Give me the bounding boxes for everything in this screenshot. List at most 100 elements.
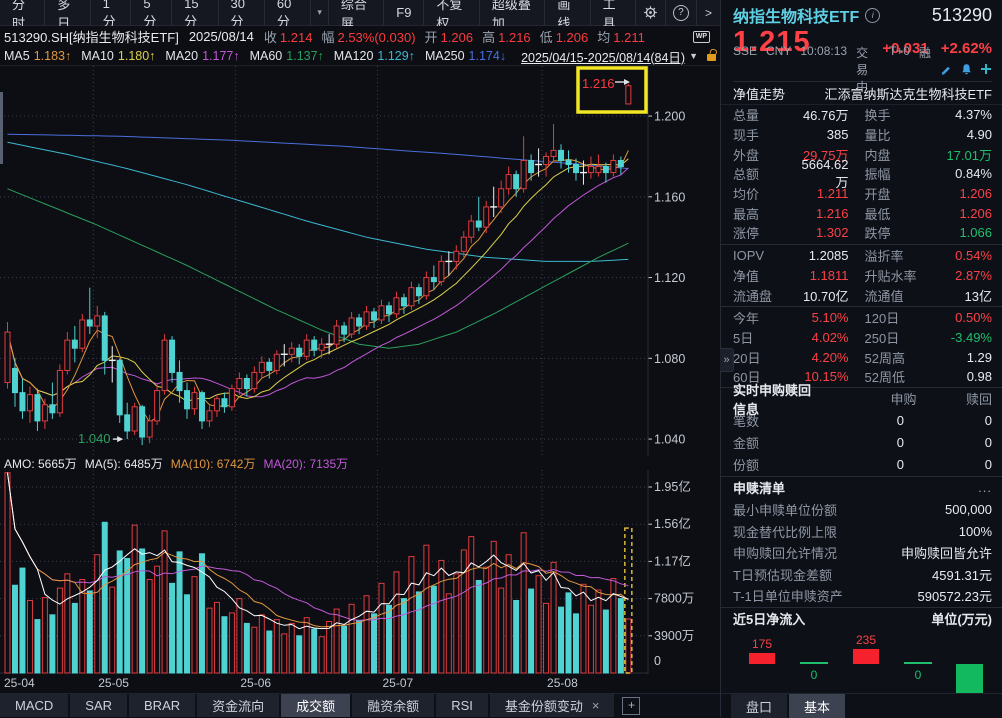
period-tab[interactable]: 分时: [0, 0, 45, 25]
stats-row: 净值1.1811升贴水率2.87%: [721, 266, 1002, 286]
left-scroll-strip[interactable]: [0, 92, 3, 164]
indicator-tab[interactable]: SAR: [70, 694, 127, 717]
stats-row: 今年5.10%120日0.50%: [721, 308, 1002, 328]
stats-row: 均价1.211开盘1.206: [721, 184, 1002, 204]
period-tab[interactable]: 5分: [131, 0, 172, 25]
volume-legend-item: MA(5): 6485万: [85, 455, 163, 472]
net-inflow-unit: 单位(万元): [931, 609, 992, 628]
inflow-bar-positive: [749, 653, 775, 664]
stats-row: 20日4.20%52周高1.29: [721, 347, 1002, 367]
date-range-selector[interactable]: 2025/04/15-2025/08/14(84日) ▼: [521, 47, 716, 66]
chevron-down-icon[interactable]: ▼: [689, 51, 698, 61]
indicator-tab[interactable]: 融资余额: [352, 694, 434, 717]
instrument-code: 513290: [932, 5, 992, 26]
period-toolbar: 分时多日1分5分15分30分60分▾综合屏F9不复权超级叠加画线工具?>: [0, 0, 720, 26]
svg-text:3900万: 3900万: [654, 629, 694, 643]
svg-text:1.56亿: 1.56亿: [654, 516, 691, 531]
close-icon[interactable]: ×: [592, 698, 600, 713]
indicator-tab[interactable]: RSI: [436, 694, 488, 717]
svg-text:1.160: 1.160: [654, 190, 685, 204]
indicator-tab[interactable]: BRAR: [129, 694, 195, 717]
ohlc-field: 收1.214: [264, 27, 313, 46]
period-tab[interactable]: 15分: [172, 0, 218, 25]
nav-trend-label[interactable]: 净值走势: [733, 84, 785, 103]
panel-expander[interactable]: »: [720, 348, 734, 372]
toolbar-button[interactable]: F9: [384, 0, 424, 25]
gear-icon[interactable]: [636, 0, 666, 25]
x-axis-label: 25-04: [4, 676, 35, 690]
ohlc-fields: 收1.214幅2.53%(0.030)开1.206高1.216低1.206均1.…: [264, 27, 654, 46]
ma-legend: MA51.183↑MA101.180↑MA201.177↑MA601.137↑M…: [4, 49, 516, 63]
add-indicator-button[interactable]: +: [622, 697, 640, 715]
ma-legend-item: MA101.180↑: [81, 49, 155, 63]
stats-row: 最高1.216最低1.206: [721, 203, 1002, 223]
toolbar-button[interactable]: 不复权: [424, 0, 479, 25]
panel-tabs: 盘口基本: [721, 693, 1002, 718]
trading-app: 分时多日1分5分15分30分60分▾综合屏F9不复权超级叠加画线工具?> 513…: [0, 0, 1002, 717]
inflow-bar-positive: [853, 649, 879, 663]
x-axis-label: 25-07: [383, 676, 414, 690]
indicator-tabs: MACDSARBRAR资金流向成交额融资余额RSI基金份额变动× +: [0, 693, 720, 717]
market-meta-row: SSECNY10:08:13交易中T+0融: [733, 59, 992, 82]
panel-tab[interactable]: 盘口: [731, 694, 787, 718]
ma-legend-item: MA51.183↑: [4, 49, 71, 63]
symbol-label: 513290.SH[纳指生物科技ETF]: [4, 27, 179, 46]
svg-text:1.040: 1.040: [654, 433, 685, 447]
volume-chart[interactable]: 1.95亿1.56亿1.17亿7800万3900万0: [0, 470, 720, 674]
volume-legend-item: AMO: 5665万: [4, 455, 77, 472]
subscribe-row: 金额00: [721, 432, 1002, 454]
subscribe-row: 笔数00: [721, 410, 1002, 432]
volume-legend-item: MA(10): 6742万: [171, 455, 256, 472]
period-tab[interactable]: 多日: [45, 0, 90, 25]
ohlc-field: 高1.216: [482, 27, 531, 46]
svg-text:1.120: 1.120: [654, 271, 685, 285]
stats-row: 涨停1.302跌停1.066: [721, 223, 1002, 243]
stats-row: 总额5664.62万振幅0.84%: [721, 164, 1002, 184]
pencil-icon[interactable]: [940, 63, 953, 76]
help-icon[interactable]: ?: [666, 0, 697, 25]
indicator-tab[interactable]: 成交额: [281, 694, 350, 717]
volume-legend-item: MA(20): 7135万: [263, 455, 348, 472]
ma-legend-item: MA2501.174↓: [425, 49, 506, 63]
period-tab[interactable]: 60分: [265, 0, 311, 25]
info-icon[interactable]: i: [865, 8, 880, 23]
plus-icon[interactable]: [980, 63, 992, 75]
indicator-tab[interactable]: 资金流向: [197, 694, 279, 717]
candlestick-chart[interactable]: 1.2001.1601.1201.0801.0401.2161.040: [0, 66, 720, 456]
period-dropdown-icon[interactable]: ▾: [311, 0, 329, 25]
more-chevron-icon[interactable]: >: [697, 0, 720, 25]
toolbar-button[interactable]: 综合屏: [329, 0, 384, 25]
toolbar-button[interactable]: 画线: [545, 0, 590, 25]
net-inflow-title: 近5日净流入: [733, 609, 805, 628]
nav-trend-row[interactable]: 净值走势 汇添富纳斯达克生物科技ETF: [721, 82, 1002, 105]
ohlc-field: 均1.211: [597, 27, 645, 46]
toolbar-button[interactable]: 工具: [591, 0, 636, 25]
subscribe-row: 份额00: [721, 454, 1002, 476]
stats-row: 总量46.76万换手4.37%: [721, 105, 1002, 125]
bell-icon[interactable]: [960, 63, 973, 76]
more-ellipsis[interactable]: ...: [978, 480, 992, 495]
svg-text:1.200: 1.200: [654, 110, 685, 124]
x-axis-label: 25-08: [547, 676, 578, 690]
quote-header: 纳指生物科技ETF i 513290 1.215 +0.031 +2.62% S…: [721, 0, 1002, 82]
x-axis-label: 25-06: [240, 676, 271, 690]
stats-row: 5日4.02%250日-3.49%: [721, 328, 1002, 348]
toolbar-button[interactable]: 超级叠加: [480, 0, 546, 25]
indicator-tab[interactable]: 基金份额变动×: [490, 694, 615, 717]
stats-row: 现手385量比4.90: [721, 125, 1002, 145]
wp-icon[interactable]: WP: [693, 31, 710, 43]
ohlc-field: 开1.206: [425, 27, 474, 46]
svg-text:1.216: 1.216: [582, 76, 615, 91]
ohlc-field: 低1.206: [540, 27, 589, 46]
date-label: 2025/08/14: [189, 29, 254, 44]
x-axis-label: 25-05: [98, 676, 129, 690]
svg-text:7800万: 7800万: [654, 592, 694, 606]
indicator-tab[interactable]: MACD: [0, 694, 68, 717]
ma-legend-item: MA601.137↑: [250, 49, 324, 63]
period-tab[interactable]: 30分: [219, 0, 265, 25]
unlock-icon[interactable]: [707, 54, 716, 61]
panel-tab[interactable]: 基本: [789, 694, 845, 718]
date-range-label[interactable]: 2025/04/15-2025/08/14(84日): [521, 47, 685, 66]
stats-row: 外盘29.75万内盘17.01万: [721, 144, 1002, 164]
period-tab[interactable]: 1分: [91, 0, 132, 25]
